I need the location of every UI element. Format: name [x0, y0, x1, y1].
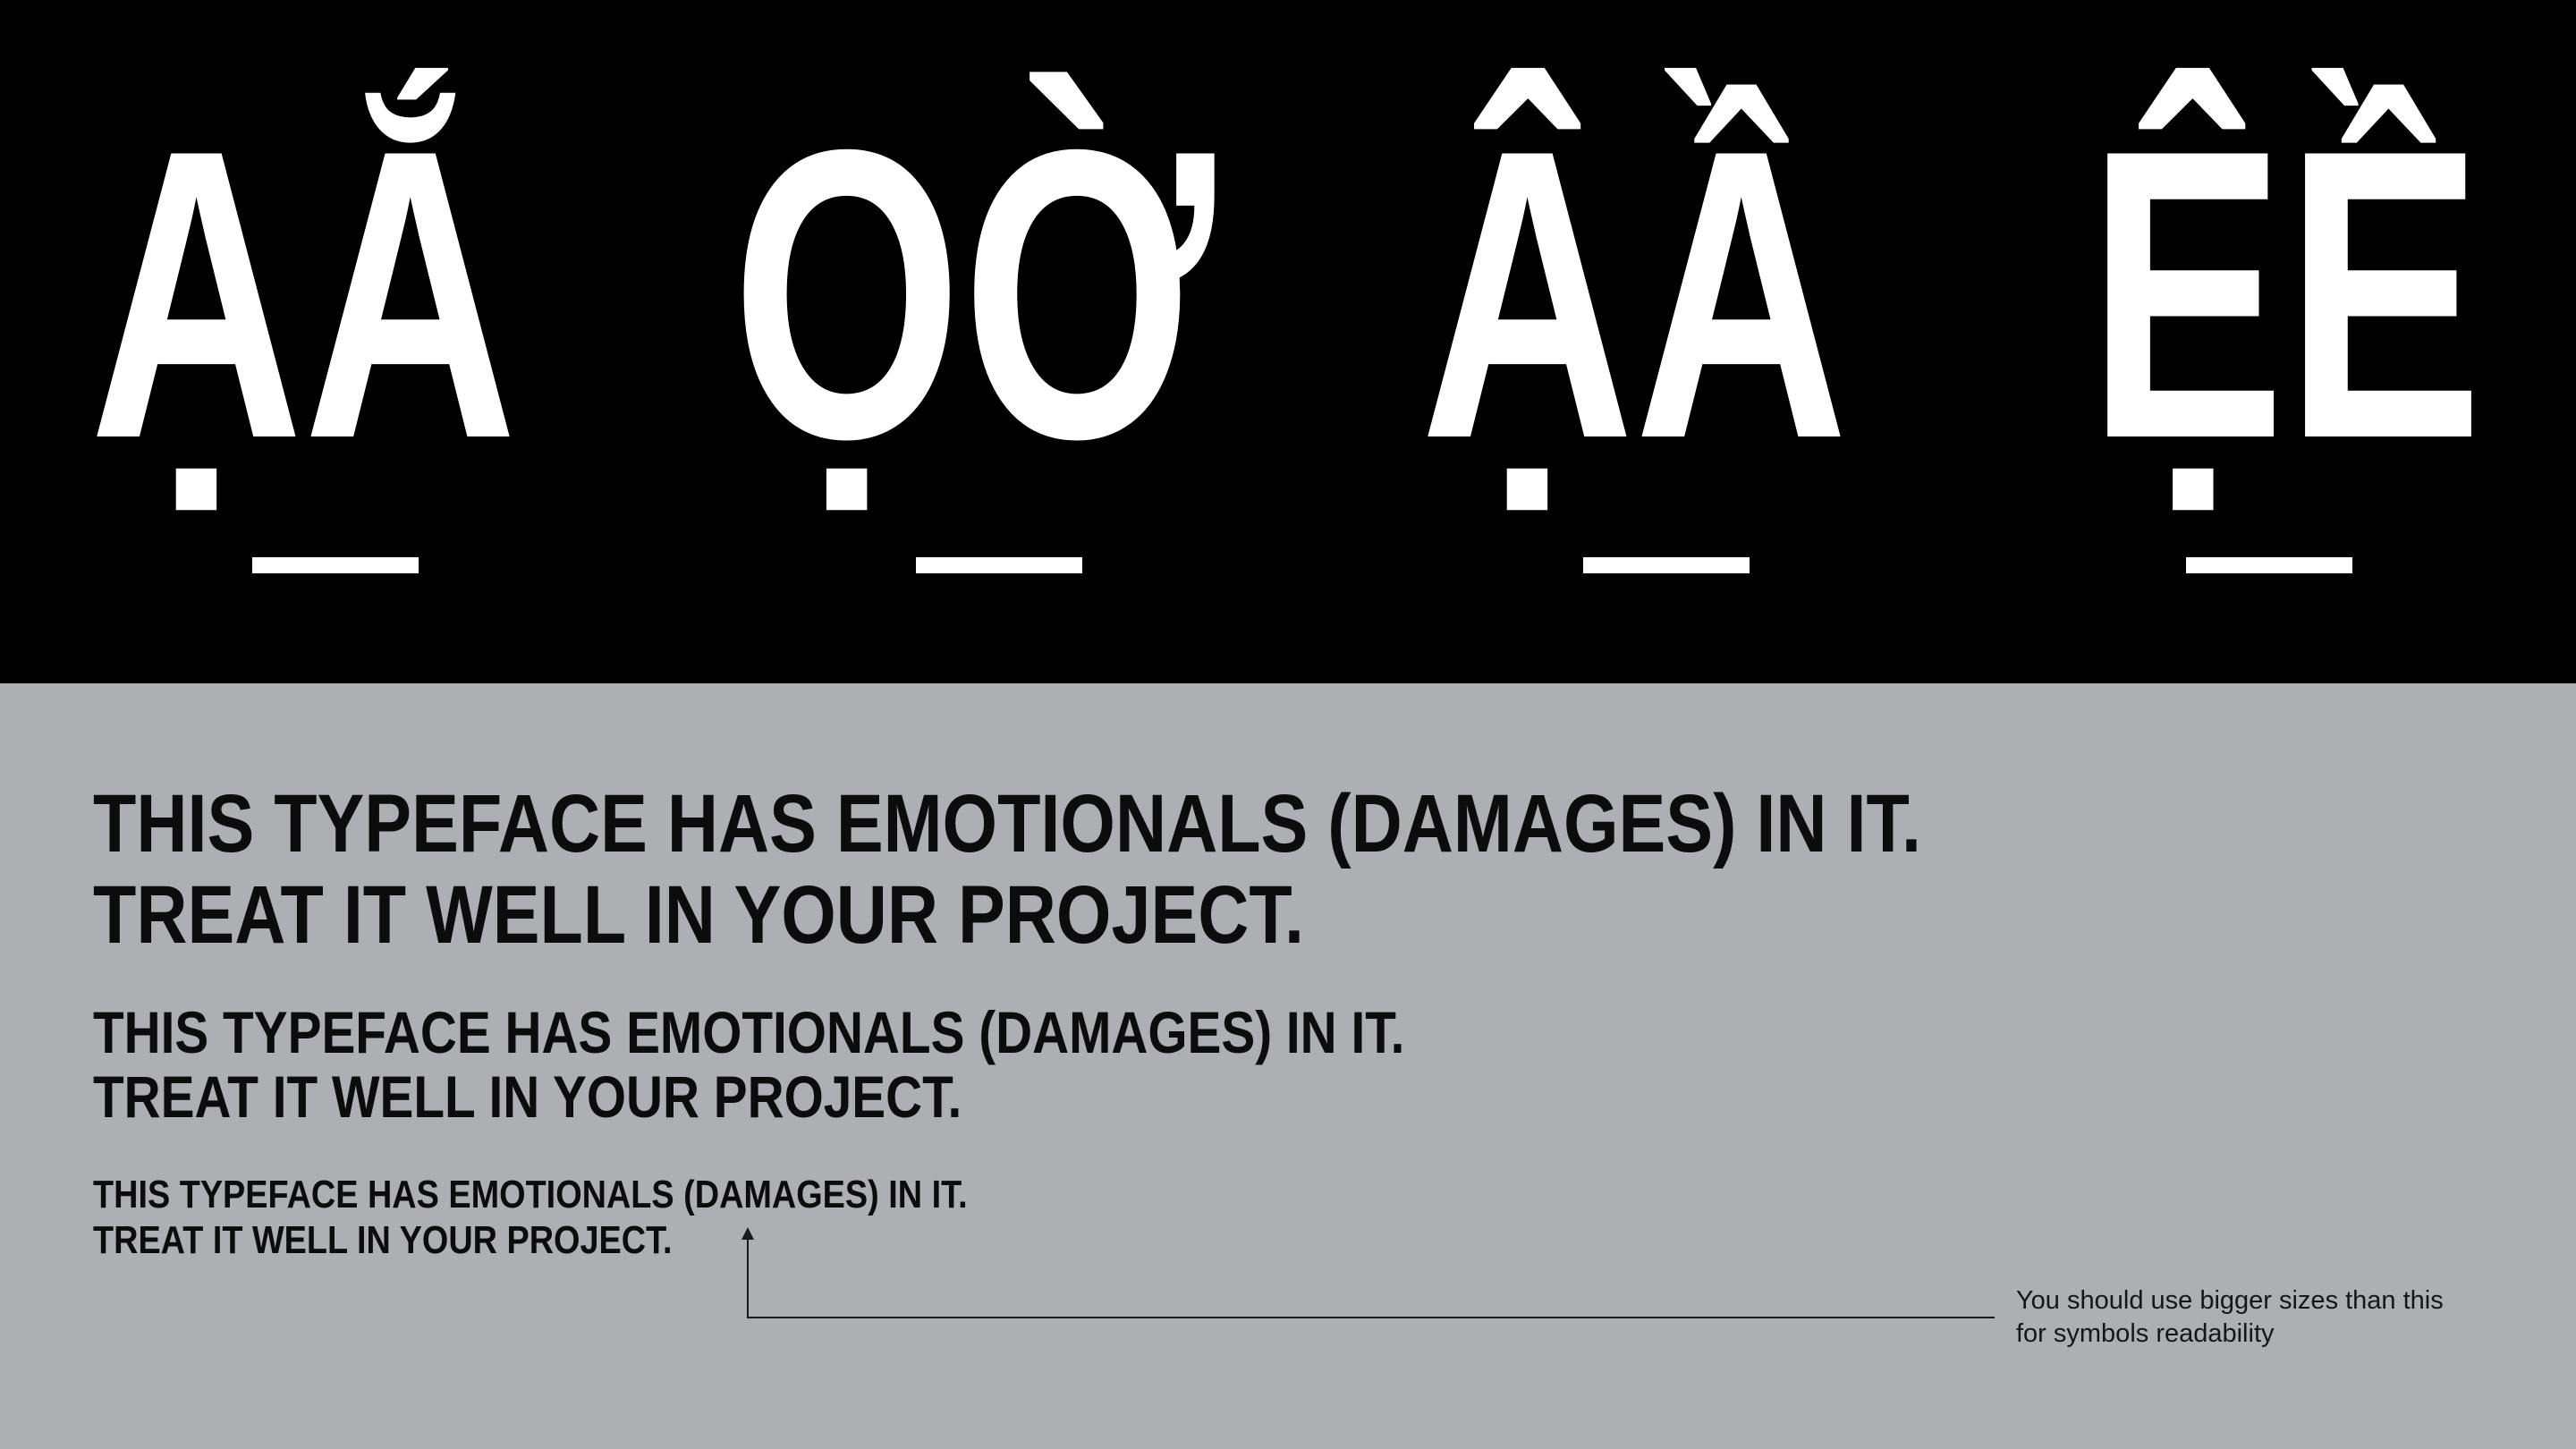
dot-below-mark-a-circumflex [1583, 557, 1750, 573]
glyph-pair-a-circumflex-text: ẬẦ [1420, 65, 1849, 524]
glyph-pair-e-circumflex: ỆỀ [2088, 80, 2576, 510]
type-specimen-panel: THIS TYPEFACE HAS EMOTIONALS (DAMAGES) I… [0, 683, 2576, 1449]
callout-line [747, 1240, 1995, 1318]
dot-below-mark-a-breve [252, 557, 419, 573]
glyph-pair-a-breve-text: ẠẮ [89, 65, 518, 524]
glyph-pair-a-circumflex: ẬẦ [1420, 80, 2014, 510]
glyph-showcase-banner: ẠẮ ỌỜ ẬẦ ỆỀ [0, 0, 2576, 683]
dot-below-mark-o-horn [916, 557, 1082, 573]
glyph-pair-e-circumflex-text: ỆỀ [2088, 65, 2483, 524]
readability-note-line-1: You should use bigger sizes than this [2016, 1286, 2444, 1315]
glyph-pair-o-horn-text: ỌỜ [732, 65, 1216, 524]
glyph-pair-a-breve: ẠẮ [89, 80, 683, 510]
glyph-pair-o-horn: ỌỜ [732, 80, 1402, 510]
readability-note: You should use bigger sizes than this fo… [2016, 1284, 2517, 1351]
arrow-up-icon [741, 1227, 754, 1240]
readability-note-line-2: for symbols readability [2016, 1319, 2275, 1348]
dot-below-mark-e-circumflex [2186, 557, 2352, 573]
